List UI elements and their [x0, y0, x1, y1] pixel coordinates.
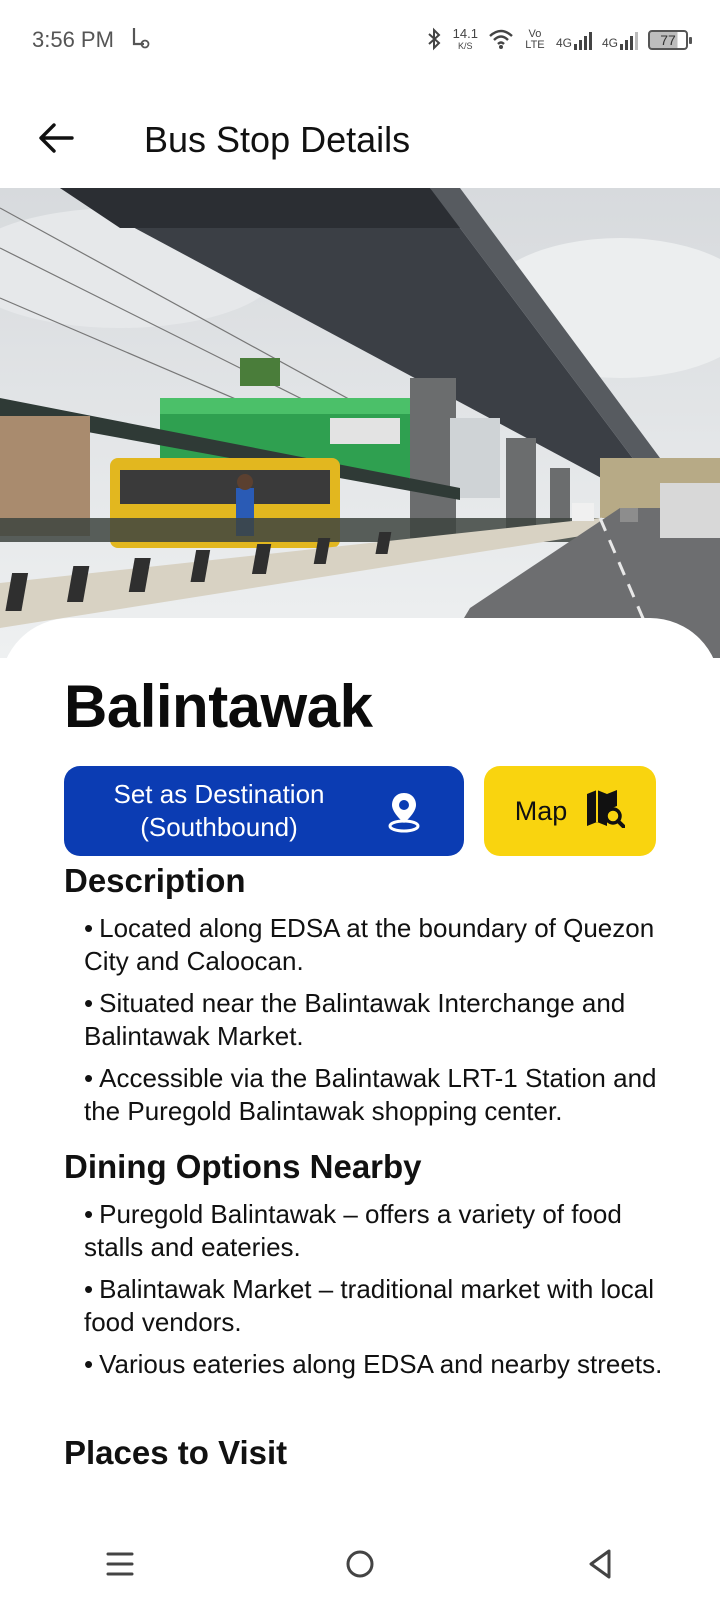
- list-item: • Located along EDSA at the boundary of Q…: [84, 913, 655, 976]
- location-pin-icon: [374, 789, 434, 833]
- status-time: 3:56 PM: [32, 27, 114, 52]
- battery-level: 77: [660, 32, 676, 48]
- system-nav-bar: [0, 1520, 720, 1612]
- dining-heading: Dining Options Nearby: [64, 1148, 422, 1185]
- description-section: Description • Located along EDSA at the b…: [64, 862, 684, 1137]
- arrow-left-icon: [38, 122, 74, 159]
- net-speed-unit: K/S: [458, 41, 473, 51]
- menu-icon: [105, 1549, 135, 1584]
- signal-1-icon: [573, 30, 592, 50]
- back-button[interactable]: [26, 110, 86, 170]
- net-speed-value: 14.1: [452, 26, 478, 41]
- description-heading: Description: [64, 862, 246, 899]
- back-triangle-icon: [585, 1548, 615, 1585]
- set-destination-label-line2: (Southbound): [140, 812, 298, 842]
- page-title: Bus Stop Details: [144, 119, 411, 160]
- net-speed: 14.1 K/S: [452, 26, 478, 52]
- status-left: 3:56 PM: [32, 25, 150, 55]
- bus-stop-photo: [0, 188, 720, 658]
- set-destination-label-line1: Set as Destination: [113, 779, 325, 809]
- battery-indicator: 77: [648, 30, 692, 50]
- nav-home-button[interactable]: [320, 1536, 400, 1596]
- volte-indicator: Vo LTE: [525, 28, 545, 51]
- app-bar: Bus Stop Details: [0, 92, 720, 188]
- map-search-icon: [585, 788, 627, 835]
- network-1: 4G: [556, 30, 592, 50]
- map-button[interactable]: Map: [484, 766, 656, 856]
- list-item: • Situated near the Balintawak Interchang…: [84, 988, 626, 1051]
- bluetooth-icon: [425, 27, 443, 54]
- status-bar: 3:56 PM 14.1 K/S Vo LTE 4G 4G 77: [0, 0, 720, 80]
- map-button-label: Map: [514, 795, 568, 826]
- home-circle-icon: [344, 1548, 376, 1585]
- places-heading: Places to Visit: [64, 1434, 288, 1471]
- list-item: • Accessible via the Balintawak LRT-1 Sta…: [84, 1063, 657, 1126]
- location-status-icon: [128, 25, 150, 55]
- stop-name: Balintawak: [64, 673, 373, 740]
- list-item: • Various eateries along EDSA and nearby …: [84, 1349, 663, 1379]
- wifi-icon: [488, 28, 514, 53]
- signal-2-icon: [620, 30, 638, 50]
- set-destination-button[interactable]: Set as Destination (Southbound): [64, 766, 464, 856]
- network-1-label: 4G: [555, 36, 572, 50]
- set-destination-label: Set as Destination (Southbound): [64, 778, 374, 844]
- dining-list: • Puregold Balintawak – offers a variety …: [64, 1198, 684, 1381]
- dining-section: Dining Options Nearby • Puregold Balintaw…: [64, 1148, 684, 1390]
- list-item: • Balintawak Market – traditional market …: [84, 1274, 655, 1337]
- nav-menu-button[interactable]: [80, 1536, 160, 1596]
- nav-back-button[interactable]: [560, 1536, 640, 1596]
- list-item: • Puregold Balintawak – offers a variety …: [84, 1199, 622, 1262]
- status-right: 14.1 K/S Vo LTE 4G 4G 77: [425, 26, 692, 54]
- network-2: 4G: [602, 30, 638, 50]
- description-list: • Located along EDSA at the boundary of Q…: [64, 912, 684, 1128]
- network-2-label: 4G: [601, 36, 618, 50]
- places-section: Places to Visit: [64, 1434, 684, 1472]
